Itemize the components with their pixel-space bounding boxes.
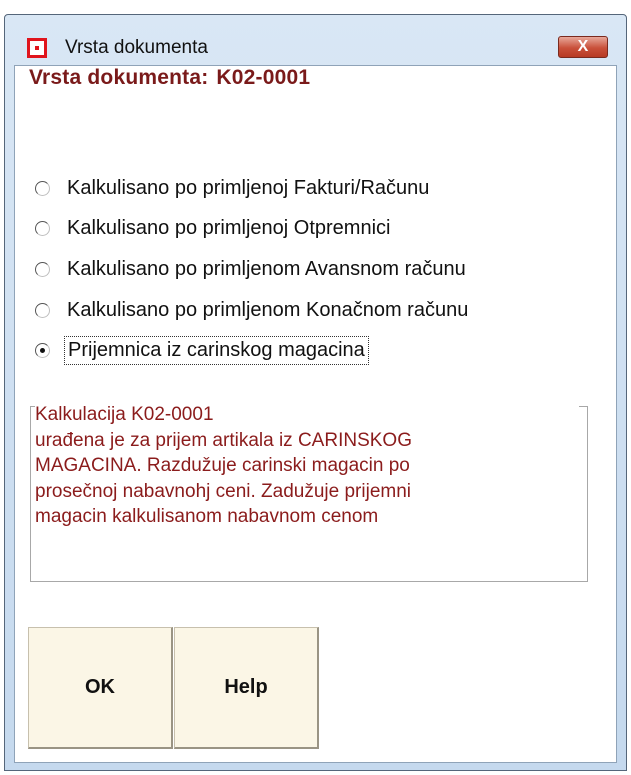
info-groupbox: Kalkulacija K02-0001 urađena je za prije… bbox=[30, 402, 588, 582]
info-line: prosečnoj nabavnohj ceni. Zadužuje prije… bbox=[35, 480, 412, 502]
heading-label: Vrsta dokumenta: bbox=[29, 66, 209, 89]
option-label[interactable]: Kalkulisano po primljenoj Fakturi/Računu bbox=[67, 177, 429, 200]
option-label[interactable]: Kalkulisano po primljenom Konačnom račun… bbox=[67, 299, 468, 322]
option-konacni-racun[interactable]: Kalkulisano po primljenom Konačnom račun… bbox=[35, 294, 468, 326]
option-label[interactable]: Kalkulisano po primljenoj Otpremnici bbox=[67, 217, 390, 240]
window-title: Vrsta dokumenta bbox=[65, 37, 208, 58]
option-label[interactable]: Kalkulisano po primljenom Avansnom račun… bbox=[67, 258, 466, 281]
ok-button[interactable]: OK bbox=[28, 627, 173, 749]
document-type-heading: Vrsta dokumenta: K02-0001 bbox=[29, 66, 318, 90]
info-line: Kalkulacija K02-0001 bbox=[35, 404, 214, 425]
title-bar[interactable]: Vrsta dokumenta X bbox=[5, 15, 626, 65]
option-otpremnica[interactable]: Kalkulisano po primljenoj Otpremnici bbox=[35, 212, 390, 244]
radio-button[interactable] bbox=[35, 302, 50, 318]
info-line: MAGACINA. Razdužuje carinski magacin po bbox=[35, 455, 410, 476]
help-button[interactable]: Help bbox=[174, 627, 319, 749]
option-avansni-racun[interactable]: Kalkulisano po primljenom Avansnom račun… bbox=[35, 253, 466, 285]
document-code: K02-0001 bbox=[216, 66, 311, 89]
radio-button[interactable] bbox=[35, 261, 50, 277]
radio-button[interactable] bbox=[35, 220, 50, 236]
option-carinski-magacin[interactable]: Prijemnica iz carinskog magacina bbox=[35, 334, 369, 366]
radio-button-selected[interactable] bbox=[35, 342, 50, 358]
info-line: magacin kalkulisanom nabavnom cenom bbox=[35, 506, 379, 527]
radio-button[interactable] bbox=[35, 180, 50, 196]
option-label[interactable]: Prijemnica iz carinskog magacina bbox=[64, 335, 369, 365]
info-line: urađena je za prijem artikala iz CARINSK… bbox=[35, 429, 412, 451]
option-faktura[interactable]: Kalkulisano po primljenoj Fakturi/Računu bbox=[35, 172, 429, 204]
info-text: Kalkulacija K02-0001 urađena je za prije… bbox=[35, 402, 579, 530]
close-button[interactable]: X bbox=[558, 36, 608, 58]
app-icon[interactable] bbox=[27, 38, 47, 58]
